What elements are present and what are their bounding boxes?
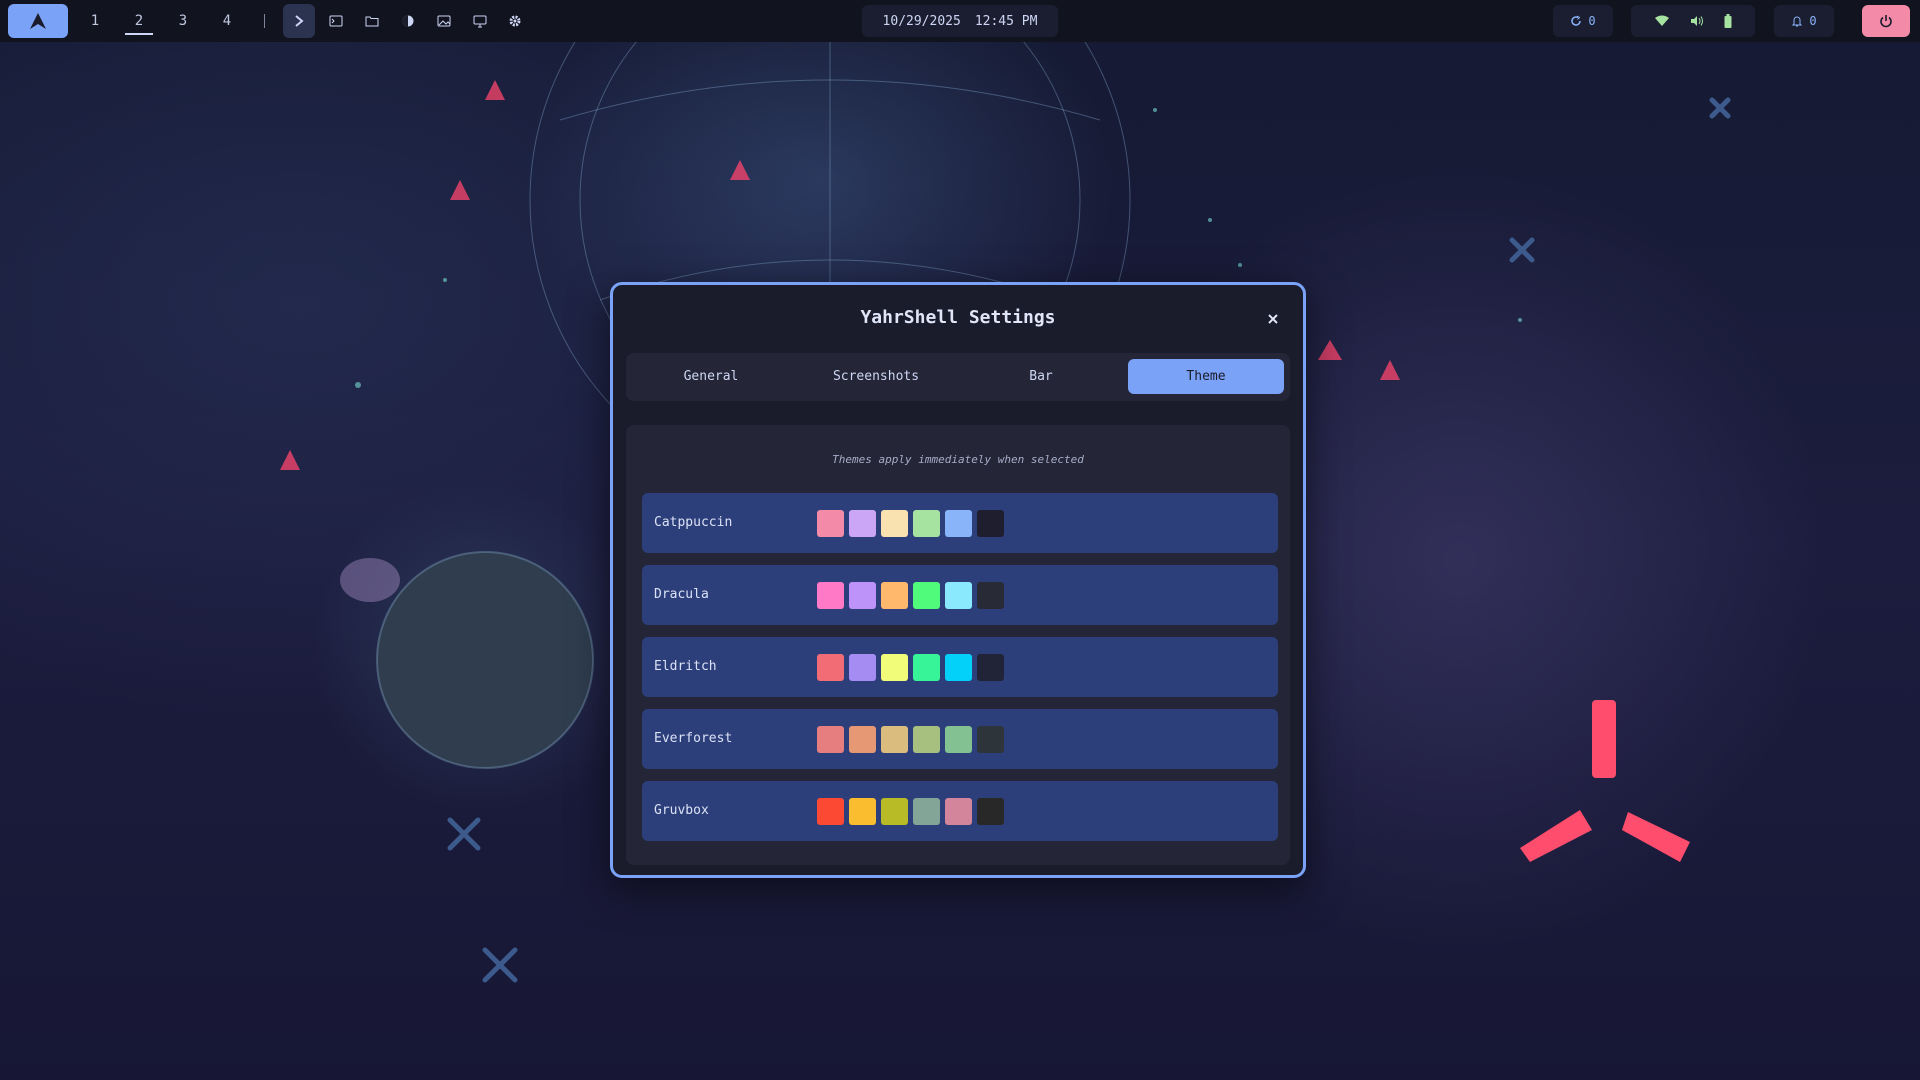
color-swatch	[817, 510, 844, 537]
clock[interactable]: 10/29/2025 12:45 PM	[862, 5, 1058, 37]
notifications-count: 0	[1809, 14, 1817, 28]
battery-icon[interactable]	[1724, 14, 1732, 28]
dialog-title: YahrShell Settings	[860, 307, 1056, 328]
color-swatch	[881, 726, 908, 753]
color-swatch	[817, 726, 844, 753]
color-swatch	[913, 510, 940, 537]
theme-hint: Themes apply immediately when selected	[832, 453, 1084, 466]
color-swatch	[977, 654, 1004, 681]
workspace-3[interactable]: 3	[161, 0, 205, 42]
image-icon	[437, 15, 451, 27]
color-swatches	[817, 726, 1004, 753]
color-swatch	[849, 654, 876, 681]
workspace-label: 4	[222, 13, 232, 29]
color-swatch	[913, 582, 940, 609]
settings-dialog: YahrShell Settings General Screenshots B…	[610, 282, 1306, 878]
workspace-2[interactable]: 2	[117, 0, 161, 42]
folder-icon	[365, 16, 379, 27]
workspace-label: 3	[178, 13, 188, 29]
theme-option[interactable]: Everforest	[642, 709, 1278, 769]
tab-general[interactable]: General	[633, 359, 789, 394]
theme-name: Everforest	[654, 731, 733, 746]
run-launcher-button[interactable]	[283, 4, 315, 38]
terminal-icon	[329, 15, 343, 27]
theme-name: Catppuccin	[654, 515, 733, 530]
close-icon	[1268, 314, 1278, 324]
clock-time: 12:45 PM	[974, 13, 1038, 29]
display-icon	[473, 15, 487, 28]
workspace-label: 2	[134, 13, 144, 29]
color-swatches	[817, 654, 1004, 681]
color-swatch	[881, 582, 908, 609]
chevron-right-icon	[295, 15, 304, 27]
refresh-icon	[1571, 15, 1582, 26]
color-swatch	[913, 726, 940, 753]
color-swatch	[817, 798, 844, 825]
color-swatch	[913, 798, 940, 825]
tab-screenshots[interactable]: Screenshots	[798, 359, 954, 394]
color-picker-button[interactable]	[392, 4, 424, 38]
wallpaper-button[interactable]	[428, 4, 460, 38]
updates-indicator[interactable]: 0	[1553, 5, 1613, 37]
wifi-icon[interactable]	[1654, 15, 1670, 27]
updates-count: 0	[1588, 14, 1596, 28]
color-swatch	[849, 726, 876, 753]
theme-name: Dracula	[654, 587, 709, 602]
color-swatch	[945, 798, 972, 825]
color-swatch	[945, 582, 972, 609]
arch-logo-icon	[30, 13, 46, 29]
display-button[interactable]	[464, 4, 496, 38]
color-swatch	[849, 510, 876, 537]
color-swatch	[945, 654, 972, 681]
theme-option[interactable]: Eldritch	[642, 637, 1278, 697]
color-swatches	[817, 510, 1004, 537]
workspace-separator	[264, 14, 265, 28]
color-swatches	[817, 798, 1004, 825]
gear-icon	[509, 15, 521, 27]
theme-option[interactable]: Dracula	[642, 565, 1278, 625]
color-swatch	[881, 798, 908, 825]
volume-icon[interactable]	[1690, 15, 1704, 27]
tab-bar[interactable]: Bar	[963, 359, 1119, 394]
file-manager-button[interactable]	[356, 4, 388, 38]
theme-name: Gruvbox	[654, 803, 709, 818]
color-swatch	[849, 582, 876, 609]
theme-panel: Themes apply immediately when selected C…	[626, 425, 1290, 865]
color-swatch	[913, 654, 940, 681]
notifications-indicator[interactable]: 0	[1774, 5, 1834, 37]
color-swatch	[849, 798, 876, 825]
color-swatches	[817, 582, 1004, 609]
power-icon	[1880, 15, 1892, 28]
color-swatch	[977, 510, 1004, 537]
workspace-4[interactable]: 4	[205, 0, 249, 42]
system-tray	[1631, 5, 1755, 37]
color-swatch	[977, 798, 1004, 825]
color-swatch	[881, 654, 908, 681]
arch-menu-button[interactable]	[8, 4, 68, 38]
power-button[interactable]	[1862, 5, 1910, 37]
workspace-label: 1	[90, 13, 100, 29]
settings-tabs: General Screenshots Bar Theme	[626, 353, 1290, 401]
color-swatch	[977, 726, 1004, 753]
color-picker-icon	[402, 15, 414, 27]
theme-name: Eldritch	[654, 659, 717, 674]
color-swatch	[945, 726, 972, 753]
theme-option[interactable]: Catppuccin	[642, 493, 1278, 553]
tab-theme[interactable]: Theme	[1128, 359, 1284, 394]
clock-date: 10/29/2025	[882, 13, 961, 29]
close-button[interactable]	[1263, 309, 1283, 329]
color-swatch	[977, 582, 1004, 609]
workspace-1[interactable]: 1	[73, 0, 117, 42]
bell-icon	[1792, 16, 1803, 27]
theme-option[interactable]: Gruvbox	[642, 781, 1278, 841]
terminal-button[interactable]	[320, 4, 352, 38]
color-swatch	[881, 510, 908, 537]
color-swatch	[817, 654, 844, 681]
settings-button[interactable]	[499, 4, 531, 38]
taskbar: 1 2 3 4 10/29/2025 12:45 PM 0 0	[0, 0, 1920, 42]
color-swatch	[945, 510, 972, 537]
color-swatch	[817, 582, 844, 609]
